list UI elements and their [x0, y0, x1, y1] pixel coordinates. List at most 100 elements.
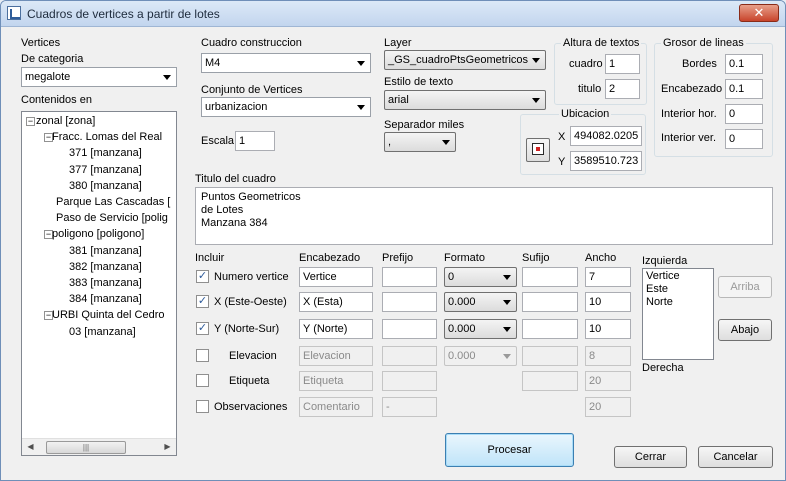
encabezado-grosor-input[interactable]: 0.1: [725, 79, 763, 99]
altura-titulo-input[interactable]: 2: [605, 79, 640, 99]
prefijo-input[interactable]: [382, 371, 437, 391]
order-list-item[interactable]: Norte: [646, 296, 710, 309]
scroll-thumb[interactable]: |||: [46, 441, 126, 454]
encabezado-input[interactable]: Y (Norte): [299, 319, 373, 339]
order-list-item[interactable]: Vertice: [646, 270, 710, 283]
estilo-value: arial: [388, 94, 409, 106]
tree-item[interactable]: 03 [manzana]: [69, 325, 136, 340]
prefijo-input[interactable]: [382, 292, 437, 312]
ancho-input[interactable]: 20: [585, 397, 631, 417]
tree-item[interactable]: 377 [manzana]: [69, 163, 142, 178]
include-checkbox[interactable]: [196, 349, 209, 362]
include-label: Y (Norte-Sur): [214, 323, 280, 335]
tree-item[interactable]: 384 [manzana]: [69, 292, 142, 307]
encabezado-input[interactable]: Comentario: [299, 397, 373, 417]
encabezado-input[interactable]: Vertice: [299, 267, 373, 287]
layer-select[interactable]: _GS_cuadroPtsGeometricos: [384, 50, 546, 70]
scroll-left-icon[interactable]: ◀: [22, 439, 39, 455]
tree-item[interactable]: 382 [manzana]: [69, 260, 142, 275]
encabezado-input[interactable]: X (Esta): [299, 292, 373, 312]
include-checkbox[interactable]: ✓: [196, 295, 209, 308]
interior-hor-input[interactable]: 0: [725, 104, 763, 124]
interior-ver-input[interactable]: 0: [725, 129, 763, 149]
encabezado-input[interactable]: Elevacion: [299, 346, 373, 366]
include-checkbox[interactable]: [196, 400, 209, 413]
altura-cuadro-input[interactable]: 1: [605, 54, 640, 74]
prefijo-input[interactable]: [382, 267, 437, 287]
construction-select[interactable]: M4: [201, 53, 371, 73]
tree-item[interactable]: poligono [poligono]: [52, 227, 144, 242]
separador-label: Separador miles: [384, 119, 465, 131]
procesar-button[interactable]: Procesar: [445, 433, 574, 467]
tree-item[interactable]: URBI Quinta del Cedro: [52, 308, 165, 323]
escala-input[interactable]: 1: [235, 131, 275, 151]
ubicacion-group-title: Ubicacion: [559, 108, 612, 120]
derecha-label: Derecha: [642, 362, 684, 374]
include-checkbox[interactable]: ✓: [196, 322, 209, 335]
tree-item[interactable]: 381 [manzana]: [69, 244, 142, 259]
cerrar-button[interactable]: Cerrar: [614, 446, 687, 468]
tree-item[interactable]: zonal [zona]: [36, 114, 95, 129]
abajo-button[interactable]: Abajo: [718, 319, 772, 341]
titulo-textarea[interactable]: Puntos Geometricos de Lotes Manzana 384: [195, 187, 773, 245]
separador-select[interactable]: ,: [384, 132, 456, 152]
sufijo-input[interactable]: [522, 267, 578, 287]
tree-horizontal-scrollbar[interactable]: ◀ ||| ▶: [22, 438, 176, 455]
encabezado-grosor-label: Encabezado: [661, 83, 723, 95]
arriba-button[interactable]: Arriba: [718, 276, 772, 298]
ancho-input[interactable]: 10: [585, 319, 631, 339]
prefijo-input[interactable]: [382, 346, 437, 366]
ancho-input[interactable]: 8: [585, 346, 631, 366]
tree-item[interactable]: Parque Las Cascadas [: [56, 195, 170, 210]
formato-select[interactable]: 0.000: [444, 346, 517, 366]
sufijo-input[interactable]: [522, 319, 578, 339]
y-input[interactable]: 3589510.723: [570, 151, 642, 171]
ancho-input[interactable]: 7: [585, 267, 631, 287]
sufijo-input[interactable]: [522, 292, 578, 312]
bordes-input[interactable]: 0.1: [725, 54, 763, 74]
tree-item[interactable]: 383 [manzana]: [69, 276, 142, 291]
prefijo-input[interactable]: [382, 319, 437, 339]
include-checkbox[interactable]: ✓: [196, 270, 209, 283]
pick-location-button[interactable]: [526, 138, 550, 162]
category-value: megalote: [25, 71, 71, 83]
interior-hor-label: Interior hor.: [661, 108, 717, 120]
scroll-right-icon[interactable]: ▶: [159, 439, 176, 455]
cancelar-button[interactable]: Cancelar: [698, 446, 773, 468]
tree-item[interactable]: 371 [manzana]: [69, 146, 142, 161]
close-button[interactable]: ✕: [739, 4, 779, 22]
x-label: X: [558, 131, 566, 143]
encabezado-input[interactable]: Etiqueta: [299, 371, 373, 391]
order-listbox[interactable]: Vertice Este Norte: [642, 268, 714, 360]
col-ancho: Ancho: [585, 252, 617, 264]
include-label: Etiqueta: [229, 375, 270, 387]
sufijo-input[interactable]: [522, 371, 578, 391]
estilo-select[interactable]: arial: [384, 90, 546, 110]
conjunto-select[interactable]: urbanizacion: [201, 97, 371, 117]
ancho-input[interactable]: 10: [585, 292, 631, 312]
col-formato: Formato: [444, 252, 485, 264]
x-input[interactable]: 494082.0205: [570, 126, 642, 146]
category-select[interactable]: megalote: [21, 67, 177, 87]
include-label: Observaciones: [214, 401, 288, 413]
chevron-down-icon: [357, 61, 365, 66]
formato-select[interactable]: 0.000: [444, 292, 517, 312]
include-checkbox[interactable]: [196, 374, 209, 387]
formato-select[interactable]: 0.000: [444, 319, 517, 339]
chevron-down-icon: [163, 75, 171, 80]
altura-titulo-label: titulo: [578, 83, 602, 95]
tree-item[interactable]: 380 [manzana]: [69, 179, 142, 194]
tree-item[interactable]: Fracc. Lomas del Real: [52, 130, 162, 145]
chevron-down-icon: [532, 58, 540, 63]
tree-item[interactable]: Paso de Servicio [polig: [56, 211, 168, 226]
ancho-input[interactable]: 20: [585, 371, 631, 391]
order-list-item[interactable]: Este: [646, 283, 710, 296]
formato-select[interactable]: 0: [444, 267, 517, 287]
estilo-label: Estilo de texto: [384, 76, 454, 88]
title-bar[interactable]: Cuadros de vertices a partir de lotes ✕: [1, 1, 785, 27]
contents-tree[interactable]: ◀ ||| ▶ − zonal [zona] − Fracc. Lomas del R…: [21, 111, 177, 456]
chevron-down-icon: [357, 105, 365, 110]
sufijo-input[interactable]: [522, 346, 578, 366]
tree-collapse-icon[interactable]: −: [26, 117, 35, 126]
prefijo-input[interactable]: -: [382, 397, 437, 417]
